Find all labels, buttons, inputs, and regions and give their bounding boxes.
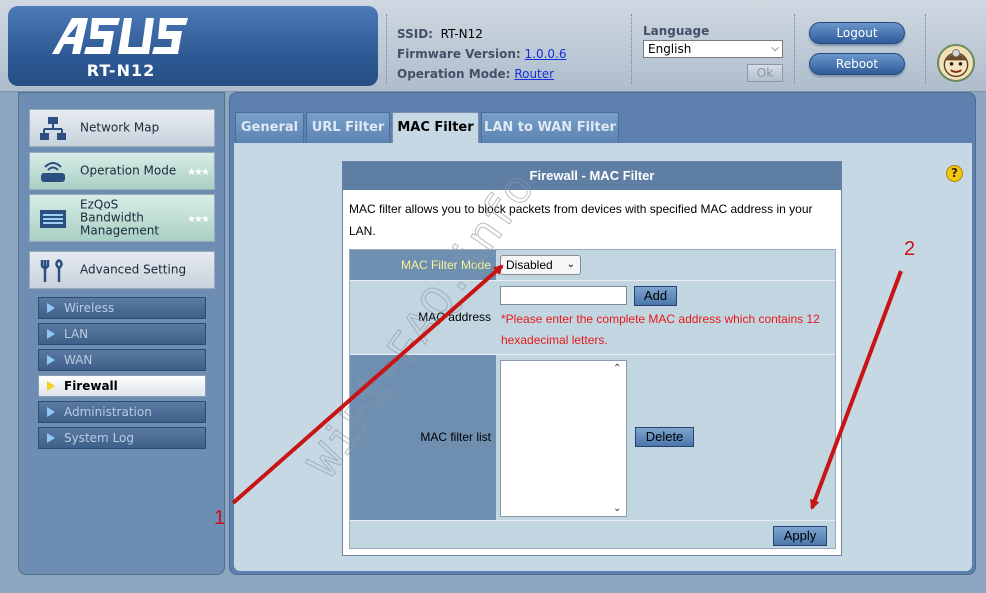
language-select[interactable]: English ⌵ <box>643 40 783 58</box>
logo-panel: RT-N12 <box>8 6 378 86</box>
mac-list-label-cell: MAC filter list <box>350 355 496 520</box>
mac-filter-mode-select[interactable]: Disabled ⌄ <box>500 255 581 275</box>
firmware-link[interactable]: 1.0.0.6 <box>525 47 567 61</box>
chevron-up-icon[interactable]: ⌃ <box>613 363 621 374</box>
firewall-panel: Firewall - MAC Filter MAC filter allows … <box>342 161 842 556</box>
menu-label: Advanced Setting <box>80 262 187 277</box>
sidebar-item-label: Administration <box>64 405 152 419</box>
tab-general[interactable]: General <box>235 112 304 144</box>
sidebar-item-wireless[interactable]: Wireless <box>38 297 206 319</box>
header-divider <box>386 14 387 84</box>
language-selected: English <box>648 42 692 56</box>
sidebar-item-firewall[interactable]: Firewall <box>38 375 206 397</box>
sidebar-item-label: Wireless <box>64 301 115 315</box>
settings-table: MAC Filter Mode Disabled ⌄ MAC address A… <box>349 249 836 549</box>
apply-row: Apply <box>350 520 835 548</box>
delete-button[interactable]: Delete <box>635 427 694 447</box>
router-info: SSID: RT-N12 Firmware Version: 1.0.0.6 O… <box>397 24 567 84</box>
model-name: RT-N12 <box>86 61 156 80</box>
sidebar-item-label: Firewall <box>64 379 118 393</box>
annotation-marker-1: 1 <box>214 507 226 529</box>
router-icon <box>41 162 65 182</box>
operation-mode-link[interactable]: Router <box>514 67 554 81</box>
tab-url-filter[interactable]: URL Filter <box>306 112 390 144</box>
mac-address-warning: *Please enter the complete MAC address w… <box>501 312 820 347</box>
reboot-button[interactable]: Reboot <box>809 53 905 75</box>
apply-button[interactable]: Apply <box>773 526 827 546</box>
mac-filter-list-label: MAC filter list <box>420 430 491 444</box>
sidebar-item-wan[interactable]: WAN <box>38 349 206 371</box>
ssid-value: RT-N12 <box>440 27 483 41</box>
asus-logo <box>52 18 188 54</box>
header: RT-N12 SSID: RT-N12 Firmware Version: 1.… <box>0 0 986 92</box>
menu-label: Network Map <box>80 120 160 135</box>
tab-lan-to-wan-filter[interactable]: LAN to WAN Filter <box>481 112 619 144</box>
mac-address-cell: Add *Please enter the complete MAC addre… <box>496 281 835 354</box>
triangle-right-icon <box>47 303 55 313</box>
menu-ezqos[interactable]: EzQoS Bandwidth Management ★★★ <box>29 194 215 242</box>
mac-filter-mode-value: Disabled <box>506 258 553 272</box>
mode-value-cell: Disabled ⌄ <box>496 250 835 280</box>
mac-filter-mode-label: MAC Filter Mode <box>400 258 491 272</box>
mac-list-cell: ⌃ ⌄ Delete <box>496 355 835 520</box>
stars-icon: ★★★ <box>187 167 210 178</box>
chevron-down-icon: ⌄ <box>566 259 575 270</box>
triangle-right-icon <box>47 381 55 391</box>
network-map-icon <box>40 117 66 140</box>
header-divider <box>925 14 926 84</box>
ssid-label: SSID: <box>397 27 433 41</box>
mac-address-input[interactable] <box>500 286 627 305</box>
annotation-marker-2: 2 <box>904 238 916 260</box>
triangle-right-icon <box>47 355 55 365</box>
menu-advanced-setting[interactable]: Advanced Setting <box>29 251 215 289</box>
menu-network-map[interactable]: Network Map <box>29 109 215 147</box>
panel-description: MAC filter allows you to block packets f… <box>349 202 813 238</box>
chevron-down-icon: ⌵ <box>771 43 779 54</box>
menu-label: Operation Mode <box>80 163 177 178</box>
language-title: Language <box>643 24 710 38</box>
sidebar: Network Map Operation Mode ★★★ EzQoS Ban… <box>18 92 225 575</box>
header-divider <box>631 14 632 84</box>
sidebar-item-label: WAN <box>64 353 93 367</box>
firmware-label: Firmware Version: <box>397 47 521 61</box>
logout-button[interactable]: Logout <box>809 22 905 44</box>
bandwidth-icon <box>40 210 66 228</box>
panel-title: Firewall - MAC Filter <box>343 162 841 190</box>
menu-label: EzQoS Bandwidth Management <box>80 197 160 238</box>
mac-filter-list[interactable]: ⌃ ⌄ <box>500 360 627 517</box>
help-icon[interactable]: ? <box>946 165 963 182</box>
list-scrollbar[interactable]: ⌃ ⌄ <box>610 361 626 516</box>
tab-mac-filter[interactable]: MAC Filter <box>392 112 479 145</box>
wrench-icon <box>40 259 63 282</box>
language-ok-button[interactable]: Ok <box>747 64 783 82</box>
triangle-right-icon <box>47 329 55 339</box>
language-section: Language English ⌵ Ok <box>643 24 783 82</box>
sidebar-item-label: LAN <box>64 327 89 341</box>
header-divider <box>794 14 795 84</box>
doctor-mascot-icon[interactable] <box>937 44 975 82</box>
chevron-down-icon[interactable]: ⌄ <box>613 503 621 514</box>
mac-address-label: MAC address <box>418 310 491 324</box>
sidebar-item-system-log[interactable]: System Log <box>38 427 206 449</box>
sidebar-item-label: System Log <box>64 431 134 445</box>
menu-operation-mode[interactable]: Operation Mode ★★★ <box>29 152 215 190</box>
mac-address-label-cell: MAC address <box>350 281 496 354</box>
add-button[interactable]: Add <box>634 286 677 306</box>
stars-icon: ★★★ <box>187 214 210 225</box>
triangle-right-icon <box>47 433 55 443</box>
triangle-right-icon <box>47 407 55 417</box>
sidebar-item-administration[interactable]: Administration <box>38 401 206 423</box>
sidebar-item-lan[interactable]: LAN <box>38 323 206 345</box>
operation-mode-label: Operation Mode: <box>397 67 511 81</box>
mode-label-cell: MAC Filter Mode <box>350 250 496 280</box>
